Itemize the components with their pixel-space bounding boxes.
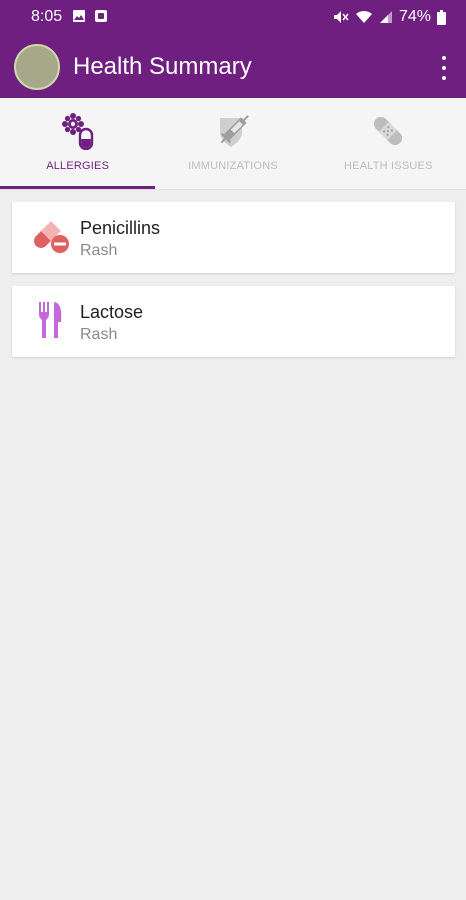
tab-allergies-label: ALLERGIES [46,160,110,172]
tab-immunizations[interactable]: IMMUNIZATIONS [155,98,310,189]
more-vert-icon[interactable] [438,56,450,80]
pill-capsule-icon [34,221,69,253]
allergy-list: Penicillins Rash Lactose Rash [12,202,455,370]
status-right: 74% [333,8,446,26]
gallery-icon [73,10,85,22]
signal-icon [379,11,392,23]
bandage-icon [374,116,403,146]
app-bar: Health Summary [0,34,466,98]
active-tab-indicator [0,186,155,189]
mute-icon [333,11,349,23]
tab-bar: ALLERGIES IMMUNIZATIONS HEALTH ISSUES [0,98,466,190]
allergy-reaction: Rash [80,326,118,343]
tab-health-issues[interactable]: HEALTH ISSUES [311,98,466,189]
tab-allergies[interactable]: ALLERGIES [0,98,155,189]
allergy-name: Penicillins [80,218,161,238]
list-item[interactable]: Penicillins Rash [12,202,455,273]
allergy-name: Lactose [80,302,144,322]
tab-health-issues-label: HEALTH ISSUES [344,160,433,172]
allergies-icon [61,113,93,150]
status-bar: 8:05 74% [0,0,466,34]
avatar[interactable] [14,44,60,90]
syringe-shield-icon [219,115,249,147]
battery-icon [437,9,446,25]
status-left-icons [72,9,108,23]
status-time: 8:05 [31,8,63,25]
wifi-icon [355,10,372,23]
page-title: Health Summary [73,53,252,80]
notification-app-icon [95,10,107,22]
list-item[interactable]: Lactose Rash [12,286,455,357]
battery-percent: 74% [398,8,431,25]
allergy-reaction: Rash [80,242,118,259]
tab-immunizations-label: IMMUNIZATIONS [188,160,278,172]
fork-knife-icon [39,302,62,338]
